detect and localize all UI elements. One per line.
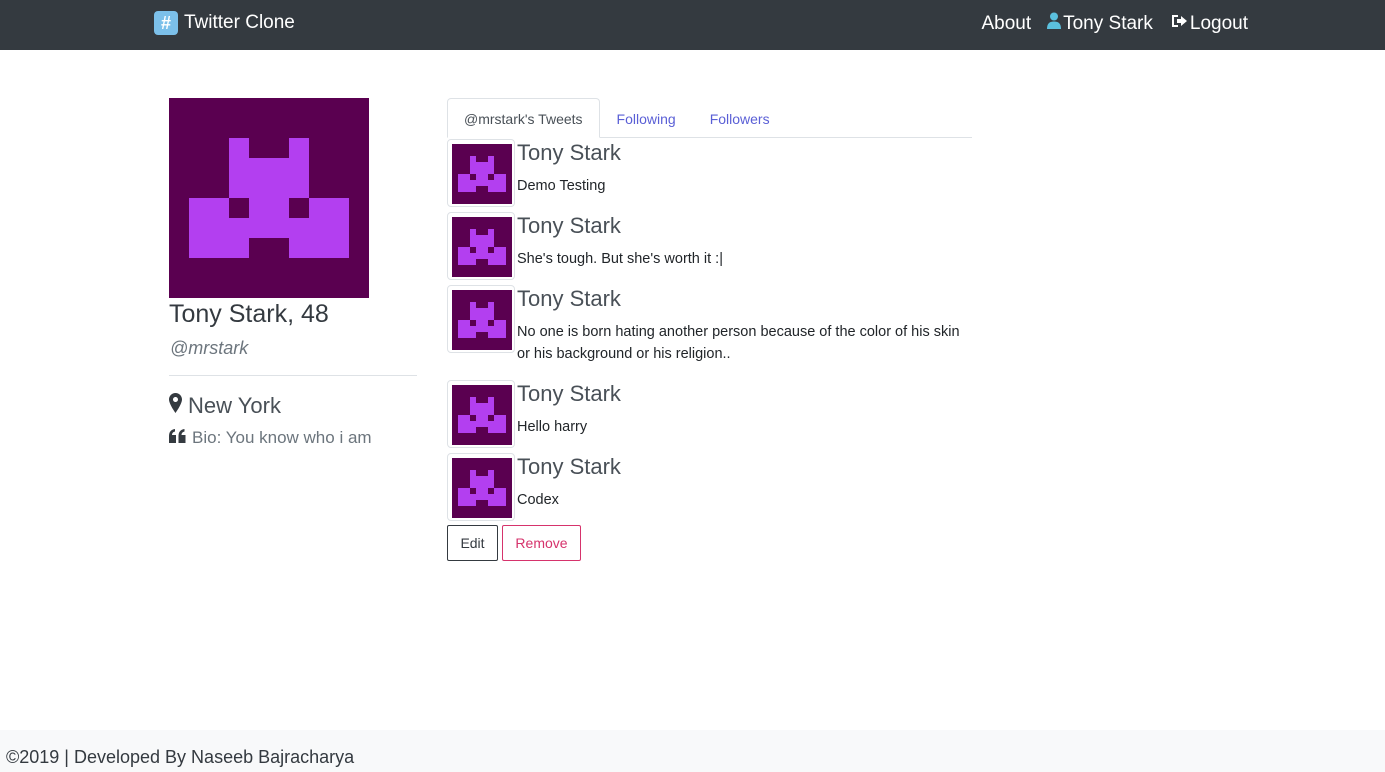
tweet-avatar (447, 453, 515, 521)
tweet-text: Hello harry (517, 419, 588, 435)
tweet-avatar (447, 380, 515, 448)
tweet-text: Demo Testing (517, 178, 606, 194)
profile-handle: @mrstark (170, 338, 249, 358)
nav-user-link[interactable]: Tony Stark (1047, 12, 1153, 35)
logout-label: Logout (1189, 12, 1248, 34)
tweet-author: Tony Stark (517, 454, 621, 479)
hash-icon: # (154, 11, 178, 35)
brand-link[interactable]: # Twitter Clone (154, 9, 295, 37)
map-marker-icon (169, 393, 182, 419)
tweet-item: Tony Stark No one is born hating another… (447, 285, 972, 377)
edit-button[interactable]: Edit (447, 525, 498, 561)
tweet-item: Tony Stark Codex (447, 453, 972, 523)
tweet-avatar (447, 139, 515, 207)
bio-label: Bio: You know who i am (192, 428, 372, 447)
profile-bio: Bio: You know who i am (169, 428, 372, 448)
location-label: New York (188, 393, 281, 418)
about-label: About (981, 12, 1032, 34)
tweet-item: Tony Stark Demo Testing (447, 139, 972, 209)
profile-avatar (169, 98, 369, 298)
tweet-text: She's tough. But she's worth it :| (517, 251, 723, 267)
quote-icon (169, 428, 186, 448)
tweet-text: Codex (517, 492, 559, 508)
tweet-author: Tony Stark (517, 140, 621, 165)
profile-divider (169, 375, 417, 376)
profile-tabs: @mrstark's Tweets Following Followers (447, 98, 972, 138)
tweet-author: Tony Stark (517, 381, 621, 406)
nav-about-link[interactable]: About (981, 13, 1031, 35)
user-label: Tony Stark (1063, 12, 1153, 34)
tab-following[interactable]: Following (600, 98, 693, 138)
tweet-author: Tony Stark (517, 286, 621, 311)
profile-location: New York (169, 393, 281, 419)
remove-button[interactable]: Remove (502, 525, 581, 561)
tweet-avatar (447, 212, 515, 280)
user-icon (1047, 12, 1062, 35)
footer-text: ©2019 | Developed By Naseeb Bajracharya (6, 747, 355, 767)
tweet-text: No one is born hating another person bec… (517, 324, 960, 362)
page-footer: ©2019 | Developed By Naseeb Bajracharya (0, 730, 1385, 772)
tab-followers[interactable]: Followers (693, 98, 787, 138)
tab-tweets[interactable]: @mrstark's Tweets (447, 98, 600, 138)
tweet-item: Tony Stark She's tough. But she's worth … (447, 212, 972, 282)
profile-name: Tony Stark, 48 (169, 300, 329, 328)
sign-out-icon (1171, 13, 1188, 35)
tweet-avatar (447, 285, 515, 353)
top-navbar: # Twitter Clone About Tony Stark Logout (0, 0, 1385, 50)
brand-label: Twitter Clone (184, 12, 295, 33)
nav-links: About Tony Stark Logout (981, 12, 1248, 35)
nav-logout-link[interactable]: Logout (1171, 13, 1248, 35)
tweet-item: Tony Stark Hello harry (447, 380, 972, 450)
tweet-author: Tony Stark (517, 213, 621, 238)
